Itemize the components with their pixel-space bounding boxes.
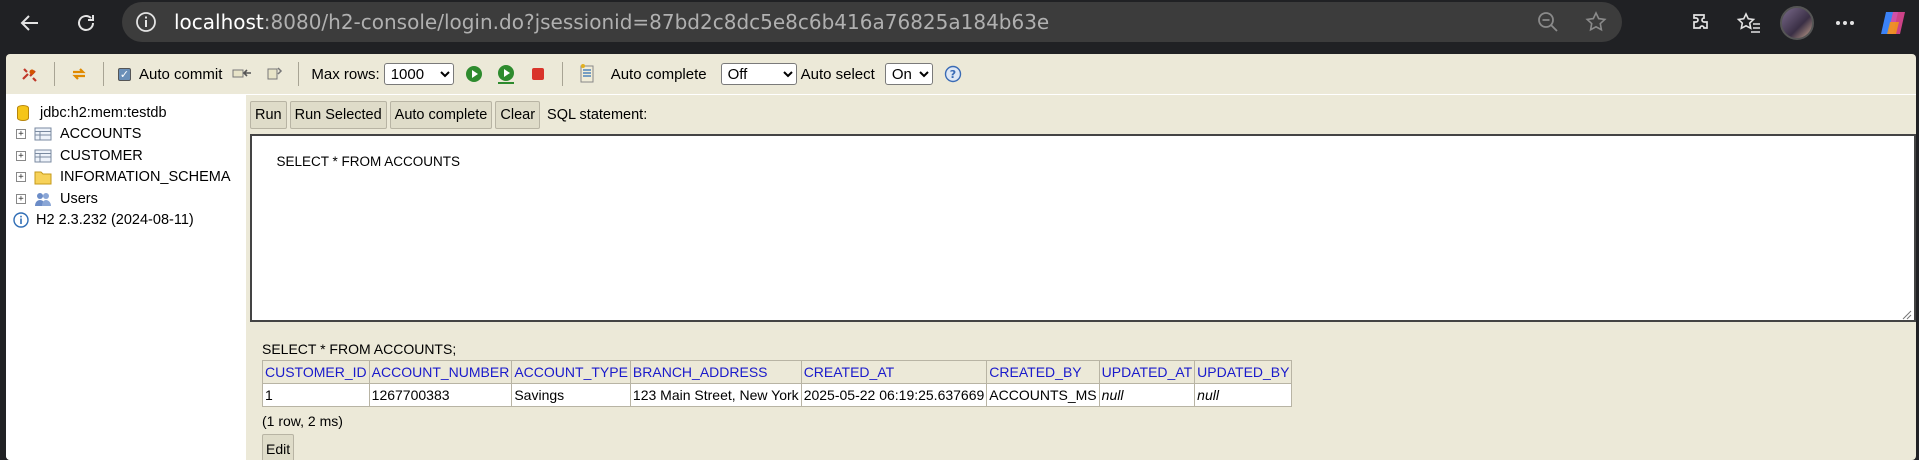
edit-button[interactable]: Edit — [262, 434, 295, 460]
auto-select-select[interactable]: On — [884, 63, 933, 85]
tree-item-label: ACCOUNTS — [60, 126, 142, 143]
table-row: 1 1267700383 Savings 123 Main Street, Ne… — [262, 383, 1293, 407]
expand-icon[interactable]: + — [16, 193, 26, 204]
tree-item-label: INFORMATION_SCHEMA — [60, 169, 231, 186]
stop-icon[interactable] — [526, 62, 550, 86]
run-icon[interactable] — [462, 62, 486, 86]
url-path: :8080/h2-console/login.do?jsessionid=87b… — [263, 10, 1050, 34]
resize-grip-icon[interactable] — [1902, 308, 1912, 320]
history-icon[interactable] — [575, 62, 599, 86]
auto-complete-button[interactable]: Auto complete — [389, 101, 493, 129]
commit-icon[interactable] — [262, 62, 286, 86]
column-header[interactable]: UPDATED_BY — [1194, 360, 1293, 384]
schema-tree: jdbc:h2:mem:testdb + ACCOUNTS + CUSTOMER… — [6, 94, 246, 460]
table-cell: Savings — [511, 383, 631, 407]
expand-icon[interactable]: + — [16, 172, 26, 183]
column-header[interactable]: BRANCH_ADDRESS — [629, 360, 802, 384]
auto-complete-select[interactable]: Off — [720, 63, 797, 85]
version-label: H2 2.3.232 (2024-08-11) — [36, 212, 194, 229]
result-header-row: CUSTOMER_ID ACCOUNT_NUMBER ACCOUNT_TYPE … — [262, 360, 1293, 384]
refresh-icon[interactable] — [67, 62, 91, 86]
result-area: SELECT * FROM ACCOUNTS; CUSTOMER_ID ACCO… — [262, 340, 1293, 431]
sql-editor-text: SELECT * FROM ACCOUNTS — [276, 154, 461, 169]
result-table: CUSTOMER_ID ACCOUNT_NUMBER ACCOUNT_TYPE … — [262, 360, 1293, 407]
avatar — [1780, 6, 1814, 40]
auto-select-label: Auto select — [800, 65, 875, 83]
profile-avatar[interactable] — [1773, 3, 1821, 43]
row-count: (1 row, 2 ms) — [262, 413, 343, 429]
auto-commit-label: Auto commit — [139, 65, 223, 83]
sql-editor[interactable]: SELECT * FROM ACCOUNTS — [250, 134, 1916, 322]
table-cell: ACCOUNTS_MS — [986, 383, 1100, 407]
column-header[interactable]: CREATED_BY — [986, 360, 1100, 384]
folder-icon — [34, 169, 52, 185]
tree-version: H2 2.3.232 (2024-08-11) — [6, 210, 246, 232]
column-header[interactable]: UPDATED_AT — [1098, 360, 1196, 384]
star-icon[interactable] — [1584, 10, 1608, 38]
address-bar[interactable]: localhost:8080/h2-console/login.do?jsess… — [122, 2, 1622, 42]
database-icon — [14, 104, 32, 121]
column-header[interactable]: ACCOUNT_TYPE — [511, 360, 631, 384]
zoom-out-icon[interactable] — [1536, 10, 1560, 38]
tree-item-accounts[interactable]: + ACCOUNTS — [6, 124, 246, 146]
svg-text:?: ? — [950, 68, 956, 81]
expand-icon[interactable]: + — [16, 129, 26, 140]
users-icon — [34, 191, 52, 207]
table-cell: null — [1194, 383, 1293, 407]
clear-button[interactable]: Clear — [495, 101, 541, 129]
tree-item-users[interactable]: + Users — [6, 188, 246, 210]
tree-item-customer[interactable]: + CUSTOMER — [6, 145, 246, 167]
tree-item-label: CUSTOMER — [60, 147, 143, 164]
max-rows-label: Max rows: — [311, 65, 380, 83]
table-cell: null — [1098, 383, 1196, 407]
connection-label: jdbc:h2:mem:testdb — [40, 104, 167, 121]
copilot-icon[interactable] — [1869, 3, 1917, 43]
max-rows-select[interactable]: 1000 — [383, 63, 454, 85]
result-statement: SELECT * FROM ACCOUNTS; — [262, 341, 457, 357]
toolbar-divider — [298, 62, 300, 86]
favorites-icon[interactable] — [1725, 3, 1773, 43]
rollback-icon[interactable] — [230, 62, 254, 86]
table-icon — [34, 126, 52, 142]
run-selected-button[interactable]: Run Selected — [289, 101, 387, 129]
expand-icon[interactable]: + — [16, 150, 26, 161]
info-icon[interactable] — [132, 11, 160, 33]
back-arrow-icon[interactable] — [10, 3, 50, 43]
table-cell: 1267700383 — [368, 383, 513, 407]
auto-complete-label: Auto complete — [610, 65, 707, 83]
reload-icon[interactable] — [66, 3, 106, 43]
url-host: localhost — [174, 10, 264, 34]
disconnect-icon[interactable] — [18, 62, 42, 86]
tree-item-information-schema[interactable]: + INFORMATION_SCHEMA — [6, 167, 246, 189]
tree-connection[interactable]: jdbc:h2:mem:testdb — [6, 102, 246, 124]
tree-item-label: Users — [60, 190, 98, 207]
help-icon[interactable]: ? — [941, 62, 965, 86]
url-text[interactable]: localhost:8080/h2-console/login.do?jsess… — [174, 10, 1049, 34]
column-header[interactable]: CREATED_AT — [800, 360, 988, 384]
h2-console: ✓ Auto commit Max rows: 1000 Auto comple… — [6, 54, 1916, 460]
run-selected-icon[interactable] — [494, 62, 518, 86]
table-cell: 2025-05-22 06:19:25.637669 — [800, 383, 988, 407]
query-panel: Run Run Selected Auto complete Clear SQL… — [246, 94, 1916, 460]
sql-statement-label: SQL statement: — [547, 107, 648, 123]
browser-toolbar: localhost:8080/h2-console/login.do?jsess… — [0, 0, 1919, 46]
more-icon[interactable] — [1821, 3, 1869, 43]
query-button-bar: Run Run Selected Auto complete Clear SQL… — [250, 100, 647, 130]
console-toolbar: ✓ Auto commit Max rows: 1000 Auto comple… — [6, 54, 1916, 94]
column-header[interactable]: CUSTOMER_ID — [262, 360, 370, 384]
toolbar-divider — [103, 62, 104, 86]
column-header[interactable]: ACCOUNT_NUMBER — [368, 360, 513, 384]
toolbar-divider — [54, 62, 55, 86]
info-icon — [12, 212, 30, 228]
table-cell: 1 — [262, 383, 370, 407]
run-button[interactable]: Run — [250, 101, 287, 129]
table-cell: 123 Main Street, New York — [629, 383, 802, 407]
table-icon — [34, 148, 52, 164]
toolbar-divider — [561, 62, 563, 86]
auto-commit-checkbox[interactable]: ✓ — [118, 67, 131, 81]
extensions-icon[interactable] — [1677, 3, 1725, 43]
